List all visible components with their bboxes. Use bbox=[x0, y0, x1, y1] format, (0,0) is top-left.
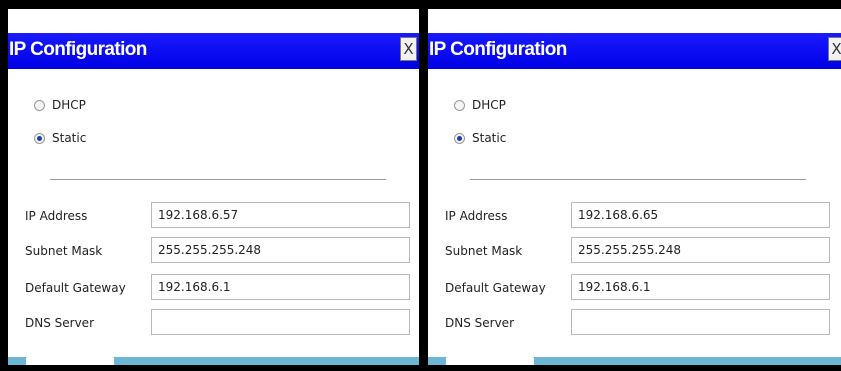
default-gateway-label: Default Gateway bbox=[25, 281, 126, 295]
static-label: Static bbox=[52, 131, 87, 145]
close-button[interactable]: X bbox=[400, 37, 417, 61]
dhcp-radio[interactable] bbox=[454, 99, 465, 111]
window-title: IP Configuration bbox=[9, 39, 147, 60]
ip-address-input[interactable]: 192.168.6.57 bbox=[151, 202, 410, 228]
ip-address-label: IP Address bbox=[445, 209, 508, 223]
bottom-tab bbox=[446, 356, 534, 365]
close-button[interactable]: X bbox=[828, 37, 841, 61]
static-label: Static bbox=[472, 131, 507, 145]
dhcp-radio-option[interactable]: DHCP bbox=[454, 96, 506, 114]
subnet-mask-input[interactable]: 255.255.255.248 bbox=[151, 237, 410, 263]
separator bbox=[50, 179, 386, 180]
separator bbox=[470, 179, 806, 180]
dns-server-input[interactable] bbox=[151, 309, 410, 335]
subnet-mask-label: Subnet Mask bbox=[25, 244, 103, 258]
ip-config-window-left: IP Configuration X DHCP Static IP Addres… bbox=[8, 9, 419, 365]
title-bar: IP Configuration X bbox=[8, 33, 419, 69]
dns-server-label: DNS Server bbox=[445, 316, 514, 330]
static-radio[interactable] bbox=[454, 132, 465, 144]
default-gateway-label: Default Gateway bbox=[445, 281, 546, 295]
dhcp-label: DHCP bbox=[52, 98, 86, 112]
subnet-mask-input[interactable]: 255.255.255.248 bbox=[571, 237, 830, 263]
default-gateway-input[interactable]: 192.168.6.1 bbox=[151, 274, 410, 300]
dhcp-radio-option[interactable]: DHCP bbox=[34, 96, 86, 114]
subnet-mask-label: Subnet Mask bbox=[445, 244, 523, 258]
static-radio-option[interactable]: Static bbox=[34, 129, 86, 147]
static-radio[interactable] bbox=[34, 132, 45, 144]
bottom-tab bbox=[26, 356, 114, 365]
title-bar: IP Configuration X bbox=[428, 33, 841, 69]
default-gateway-input[interactable]: 192.168.6.1 bbox=[571, 274, 830, 300]
dhcp-radio[interactable] bbox=[34, 99, 45, 111]
ip-address-input[interactable]: 192.168.6.65 bbox=[571, 202, 830, 228]
dns-server-label: DNS Server bbox=[25, 316, 94, 330]
ip-config-window-right: IP Configuration X DHCP Static IP Addres… bbox=[428, 9, 841, 365]
window-title: IP Configuration bbox=[429, 39, 567, 60]
static-radio-option[interactable]: Static bbox=[454, 129, 506, 147]
dns-server-input[interactable] bbox=[571, 309, 830, 335]
ip-address-label: IP Address bbox=[25, 209, 88, 223]
dhcp-label: DHCP bbox=[472, 98, 506, 112]
